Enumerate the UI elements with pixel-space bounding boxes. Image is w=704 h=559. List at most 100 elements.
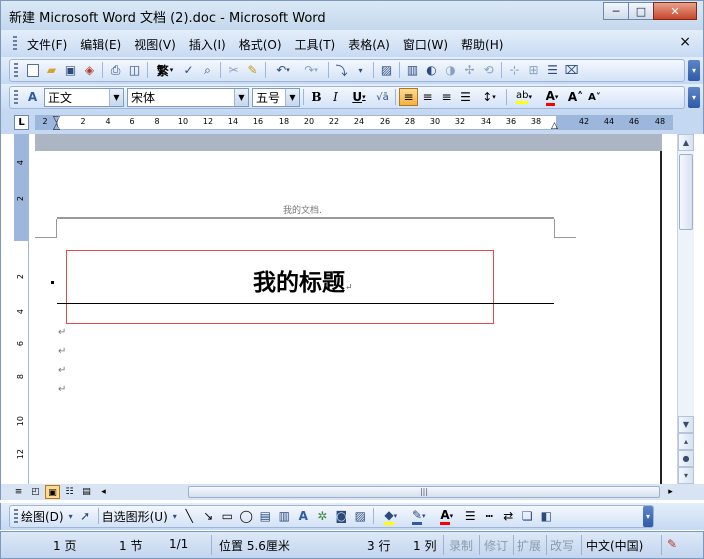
justify-icon[interactable]: ☰ — [456, 88, 475, 106]
document-page[interactable]: 我的文档. 我的标题↵ ↵ ↵ ↵ ↵ — [35, 151, 662, 484]
empty-paragraph[interactable]: ↵ — [58, 327, 66, 338]
undo-icon[interactable]: ↶ ▾ — [269, 61, 297, 79]
toolbar-grip-handle[interactable] — [14, 63, 18, 79]
menu-help[interactable]: 帮助(H) — [461, 36, 503, 53]
chevron-down-icon[interactable]: ▾ — [170, 507, 180, 525]
header-text[interactable]: 我的文档. — [283, 203, 322, 216]
empty-paragraph[interactable]: ↵ — [58, 365, 66, 376]
next-page-icon[interactable]: ▾ — [678, 467, 694, 484]
vertical-ruler[interactable]: 4 2 2 4 6 8 10 12 — [14, 134, 29, 484]
print-layout-icon[interactable]: ▣ — [45, 485, 60, 499]
font-color-icon[interactable]: A ▾ — [433, 507, 461, 525]
arrow-style-icon[interactable]: ⇄ — [499, 507, 518, 525]
align-center-icon[interactable]: ≡ — [418, 88, 437, 106]
reading-layout-icon[interactable]: ▤ — [79, 485, 94, 499]
spelling-status-icon[interactable]: ✎ — [667, 537, 677, 551]
line-style-icon[interactable]: ☰ — [543, 61, 562, 79]
autoshapes-menu-button[interactable]: 自选图形(U) — [102, 508, 168, 525]
hanging-indent-marker[interactable]: △ — [53, 122, 60, 132]
columns-icon[interactable]: ▥ — [403, 61, 422, 79]
menu-edit[interactable]: 编辑(E) — [80, 36, 121, 53]
crop-icon[interactable]: ✢ — [460, 61, 479, 79]
toolbar-grip-handle[interactable] — [14, 90, 18, 106]
menu-insert[interactable]: 插入(I) — [189, 36, 226, 53]
menu-table[interactable]: 表格(A) — [348, 36, 390, 53]
chevron-down-icon[interactable]: ▼ — [234, 88, 248, 106]
normal-view-icon[interactable]: ≡ — [11, 485, 26, 499]
chevron-down-icon[interactable]: ▼ — [285, 88, 299, 106]
align-right-icon[interactable]: ≡ — [437, 88, 456, 106]
line-color-icon[interactable]: ✎ ▾ — [405, 507, 433, 525]
insert-hyperlink-icon[interactable]: ⤵ — [332, 61, 351, 79]
styles-pane-icon[interactable]: A — [23, 88, 42, 106]
line-spacing-icon[interactable]: ↕ ▾ — [475, 88, 503, 106]
empty-paragraph[interactable]: ↵ — [58, 346, 66, 357]
document-title[interactable]: 我的标题↵ — [253, 263, 353, 297]
diagram-icon[interactable]: ✲ — [313, 507, 332, 525]
minimize-button[interactable]: ─ — [603, 2, 629, 20]
chevron-down-icon[interactable]: ▾ — [351, 61, 370, 79]
previous-page-icon[interactable]: ▴ — [678, 433, 694, 450]
shrink-font-icon[interactable]: A˅ — [585, 88, 604, 106]
arrow-tool-icon[interactable]: ↘ — [199, 507, 218, 525]
traditional-chinese-button[interactable]: 繁 ▾ — [151, 61, 179, 79]
toolbar-options-chevron-icon[interactable]: ▾ — [688, 87, 700, 108]
menu-window[interactable]: 窗口(W) — [403, 36, 448, 53]
cut-icon[interactable]: ✂ — [224, 61, 243, 79]
3d-style-icon[interactable]: ◧ — [537, 507, 556, 525]
chevron-down-icon[interactable]: ▾ — [66, 507, 76, 525]
underline-icon[interactable]: U ▾ — [345, 88, 373, 106]
character-border-icon[interactable]: √ā — [373, 88, 392, 106]
status-overtype[interactable]: 改写 — [550, 537, 574, 554]
font-color-icon[interactable]: A ▾ — [538, 88, 566, 106]
status-extend[interactable]: 扩展 — [517, 537, 541, 554]
spelling-icon[interactable]: ✓ — [179, 61, 198, 79]
shadow-style-icon[interactable]: ❏ — [518, 507, 537, 525]
tab-selector-button[interactable]: L — [14, 115, 29, 130]
menu-grip-handle[interactable] — [13, 36, 17, 52]
dash-style-icon[interactable]: ┅ — [480, 507, 499, 525]
scroll-left-icon[interactable]: ◂ — [96, 485, 111, 499]
grow-font-icon[interactable]: A˄ — [566, 88, 585, 106]
menu-file[interactable]: 文件(F) — [27, 36, 67, 53]
insert-picture-icon[interactable]: ▨ — [351, 507, 370, 525]
print-icon[interactable]: ⎙ — [106, 61, 125, 79]
scroll-down-icon[interactable]: ▼ — [678, 416, 694, 433]
web-layout-icon[interactable]: ◰ — [28, 485, 43, 499]
toolbar-grip-handle[interactable] — [14, 509, 18, 525]
toolbar-options-chevron-icon[interactable]: ▾ — [688, 60, 700, 81]
oval-tool-icon[interactable]: ◯ — [237, 507, 256, 525]
line-style-icon[interactable]: ☰ — [461, 507, 480, 525]
font-size-select[interactable]: 五号 ▼ — [252, 87, 300, 107]
chevron-down-icon[interactable]: ▼ — [109, 88, 123, 106]
highlight-icon[interactable]: ab ▾ — [510, 88, 538, 106]
research-icon[interactable]: ⌕ — [198, 61, 217, 79]
select-objects-icon[interactable]: ➚ — [76, 507, 95, 525]
send-backward-icon[interactable]: ◑ — [441, 61, 460, 79]
menu-view[interactable]: 视图(V) — [134, 36, 176, 53]
compress-picture-icon[interactable]: ⌧ — [562, 61, 581, 79]
close-button[interactable]: ✕ — [653, 2, 697, 20]
toolbar-options-chevron-icon[interactable]: ▾ — [643, 506, 653, 527]
menu-tools[interactable]: 工具(T) — [295, 36, 336, 53]
empty-paragraph[interactable]: ↵ — [58, 384, 66, 395]
fill-color-icon[interactable]: ◆ ▾ — [377, 507, 405, 525]
status-record[interactable]: 录制 — [449, 537, 473, 554]
select-browse-object-icon[interactable]: ● — [678, 450, 694, 467]
scroll-up-icon[interactable]: ▲ — [678, 134, 694, 151]
insert-picture-icon[interactable]: ▨ — [377, 61, 396, 79]
bring-forward-icon[interactable]: ◐ — [422, 61, 441, 79]
format-painter-icon[interactable]: ✎ — [243, 61, 262, 79]
outline-view-icon[interactable]: ☷ — [62, 485, 77, 499]
print-preview-icon[interactable]: ◫ — [125, 61, 144, 79]
new-document-icon[interactable] — [23, 61, 42, 79]
right-indent-marker[interactable]: △ — [551, 121, 558, 131]
rotate-icon[interactable]: ⟲ — [479, 61, 498, 79]
clip-art-icon[interactable]: ◙ — [332, 507, 351, 525]
draw-menu-button[interactable]: 绘图(D) — [21, 508, 64, 525]
align-left-icon[interactable]: ≡ — [399, 88, 418, 106]
vertical-scroll-thumb[interactable] — [679, 154, 693, 230]
save-icon[interactable]: ▣ — [61, 61, 80, 79]
scroll-right-icon[interactable]: ▸ — [663, 485, 678, 499]
permission-icon[interactable]: ◈ — [80, 61, 99, 79]
